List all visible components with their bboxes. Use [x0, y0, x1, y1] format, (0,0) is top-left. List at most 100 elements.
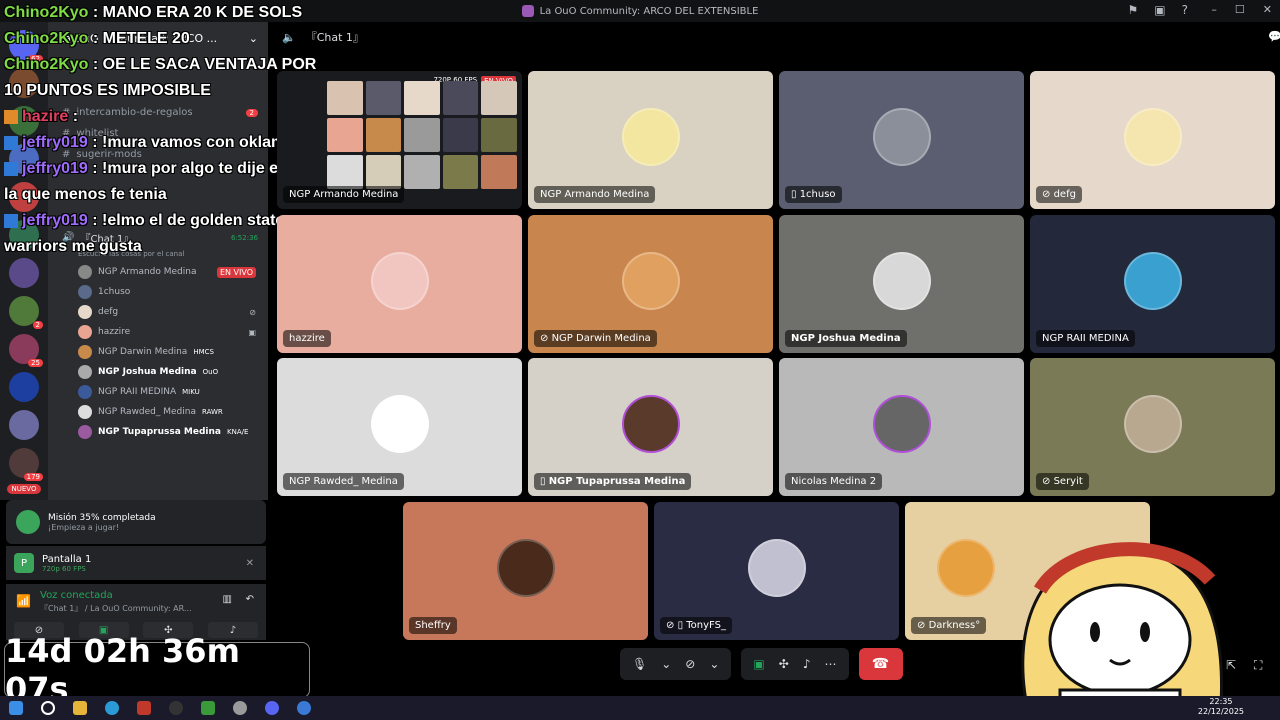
participant-tile[interactable]: NGP Rawded_ Medina: [277, 358, 522, 496]
voice-user[interactable]: NGP RAII MEDINA MIKU: [48, 382, 268, 402]
participant-tile[interactable]: Nicolas Medina 2: [779, 358, 1024, 496]
participant-tile[interactable]: ▯ 1chuso: [779, 71, 1024, 209]
participant-tile[interactable]: ⊘ Seryit: [1030, 358, 1275, 496]
voice-connected-label: Voz conectada: [40, 590, 113, 601]
avatar: [496, 539, 555, 598]
avatar: [1123, 395, 1182, 454]
twitch-icon: [4, 109, 18, 124]
voice-user[interactable]: NGP Joshua Medina OuO: [48, 362, 268, 382]
participant-tile[interactable]: NGP Armando Medina: [528, 71, 773, 209]
mic-muted-icon: ⊘: [1042, 476, 1054, 487]
tile-name: Darkness°: [928, 620, 981, 631]
disconnect-icon[interactable]: ↶: [246, 594, 254, 605]
screen-icon: ▣: [248, 327, 256, 337]
voice-user[interactable]: NGP Armando Medina EN VIVO: [48, 262, 268, 282]
voice-user[interactable]: 1chuso: [48, 282, 268, 302]
voice-user[interactable]: NGP Darwin Medina HMCS: [48, 342, 268, 362]
windows-start-icon[interactable]: [9, 701, 23, 715]
avatar: [937, 539, 996, 598]
tile-name: TonyFS_: [686, 620, 726, 631]
soundboard-button[interactable]: ♪: [803, 657, 811, 671]
minimize-button[interactable]: –: [1211, 3, 1217, 16]
server-icon-8[interactable]: 2: [9, 296, 43, 329]
maximize-button[interactable]: ☐: [1235, 3, 1245, 16]
tile-label: ⊘ Darkness°: [911, 617, 987, 634]
speaker-icon: 🔈: [282, 30, 296, 44]
chat-text: METELE 20: [102, 30, 190, 47]
avatar: [78, 325, 92, 339]
mission-panel[interactable]: Misión 35% completada ¡Empieza a jugar!: [6, 500, 266, 544]
disconnect-button[interactable]: ☎: [858, 648, 903, 680]
participant-tile[interactable]: NGP RAII MEDINA: [1030, 215, 1275, 353]
chat-author: jeffry019: [22, 212, 88, 229]
chat-bubble-icon[interactable]: 💬: [1268, 30, 1280, 43]
close-button[interactable]: ✕: [1263, 3, 1272, 16]
chevron-down-icon[interactable]: ⌄: [661, 657, 671, 671]
file-explorer-icon[interactable]: [73, 701, 87, 715]
discord-icon[interactable]: [265, 701, 279, 715]
tile-label: NGP Armando Medina: [283, 186, 405, 203]
mission-subtitle: ¡Empieza a jugar!: [48, 522, 120, 532]
screenshare-tile[interactable]: 720P 60 FPS EN VIVO NGP Armando Medina: [277, 71, 522, 209]
fullscreen-icon[interactable]: ⛶: [1254, 658, 1262, 673]
camera-off-button[interactable]: ⊘: [685, 657, 695, 671]
screen-share-icon: P: [14, 553, 34, 573]
participant-tile[interactable]: ▯ NGP Tupaprussa Medina: [528, 358, 773, 496]
search-icon[interactable]: [41, 701, 55, 715]
phone-icon: ▯: [677, 620, 687, 631]
voice-user[interactable]: NGP Tupaprussa Medina KNA/E: [48, 422, 268, 442]
help-icon[interactable]: ?: [1182, 3, 1188, 17]
tile-label: NGP Armando Medina: [534, 186, 656, 203]
participant-tile[interactable]: Sheffry: [403, 502, 648, 640]
mission-title: Misión 35% completada: [48, 512, 156, 523]
system-clock[interactable]: 22:35 22/12/2025: [1198, 697, 1244, 717]
avatar: [872, 395, 931, 454]
tile-name: defg: [1053, 189, 1076, 200]
voice-user[interactable]: hazzire ▣: [48, 322, 268, 342]
screen-share-panel[interactable]: P Pantalla 1 720p 60 FPS ✕: [6, 546, 266, 580]
participant-tile[interactable]: ⊘ NGP Darwin Medina: [528, 215, 773, 353]
participant-tile[interactable]: ⊘ ▯ TonyFS_: [654, 502, 899, 640]
tile-label: NGP Joshua Medina: [785, 330, 907, 347]
app-icon[interactable]: [137, 701, 151, 715]
taskbar: 22:35 22/12/2025: [0, 696, 1280, 720]
screen-quality: 720p 60 FPS: [42, 564, 86, 573]
stream-preview: [327, 81, 517, 189]
server-icon-11[interactable]: [9, 410, 39, 440]
app-icon[interactable]: [233, 701, 247, 715]
user-name: NGP Joshua Medina: [98, 367, 197, 377]
chat-author: jeffry019: [22, 134, 88, 151]
user-name: defg: [98, 307, 119, 317]
server-icon-7[interactable]: [9, 258, 39, 288]
inbox-icon[interactable]: ▣: [1154, 3, 1165, 17]
user-name: NGP Armando Medina: [98, 267, 197, 277]
flag-icon[interactable]: ⚑: [1128, 3, 1139, 17]
avatar: [747, 539, 806, 598]
participant-tile[interactable]: NGP Joshua Medina: [779, 215, 1024, 353]
twitch-icon: [4, 135, 18, 150]
tile-name: Seryit: [1053, 476, 1083, 487]
voice-user[interactable]: NGP Rawded_ Medina RAWR: [48, 402, 268, 422]
server-icon-9[interactable]: 25: [9, 334, 43, 367]
screen-share-button[interactable]: ▣: [753, 657, 764, 671]
server-icon-10[interactable]: [9, 372, 39, 402]
waveform-icon[interactable]: ▥: [223, 594, 232, 605]
avatar: [1123, 108, 1182, 167]
app-icon[interactable]: [297, 701, 311, 715]
stop-share-icon[interactable]: ✕: [246, 558, 254, 569]
activities-button[interactable]: ✣: [779, 657, 789, 671]
server-icon-12[interactable]: 179: [9, 448, 43, 481]
edge-icon[interactable]: [105, 701, 119, 715]
clock-date: 22/12/2025: [1197, 707, 1244, 716]
participant-tile[interactable]: ⊘ defg: [1030, 71, 1275, 209]
avatar: [78, 265, 92, 279]
tile-label: NGP RAII MEDINA: [1036, 330, 1135, 347]
chat-author: Chino2Kyo: [4, 30, 89, 47]
participant-tile[interactable]: hazzire: [277, 215, 522, 353]
minecraft-icon[interactable]: [201, 701, 215, 715]
chevron-down-icon[interactable]: ⌄: [709, 657, 719, 671]
mic-button[interactable]: 🎙: [632, 657, 647, 671]
obs-icon[interactable]: [169, 701, 183, 715]
more-options-button[interactable]: ⋯: [825, 657, 837, 671]
voice-user[interactable]: defg ⊘: [48, 302, 268, 322]
